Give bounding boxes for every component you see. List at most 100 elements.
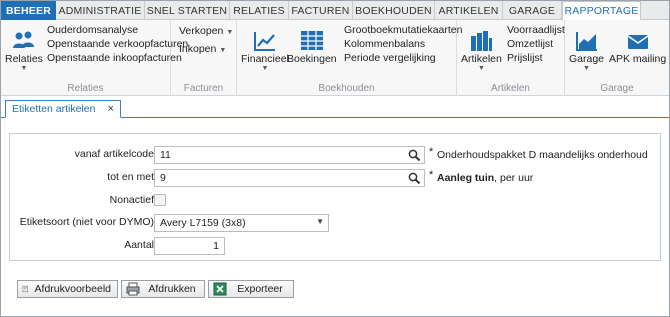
garage-button[interactable]: Garage ▼ (569, 30, 604, 73)
inkopen-dropdown[interactable]: Inkopen ▼ (179, 42, 233, 58)
relaties-label: Relaties (5, 53, 43, 65)
tot-en-met-desc-rest: , per uur (494, 172, 534, 184)
exporteer-button[interactable]: Exporteer (208, 280, 294, 298)
chevron-down-icon: ▼ (20, 65, 28, 72)
row-vanaf-artikelcode: vanaf artikelcode 11 * Onderhoudspakket … (10, 146, 660, 164)
table-icon (300, 31, 323, 50)
tab-administratie[interactable]: ADMINISTRATIE (56, 1, 145, 20)
garage-label: Garage (569, 53, 605, 65)
group-label-boekhouden: Boekhouden (318, 83, 375, 94)
group-label-garage: Garage (600, 83, 634, 94)
ouderdomsanalyse-item[interactable]: Ouderdomsanalyse (47, 24, 188, 37)
financieel-label: Financieel (241, 53, 289, 65)
printer-icon (126, 282, 140, 296)
close-icon[interactable]: × (107, 103, 113, 115)
artikelen-label: Artikelen (461, 53, 502, 65)
chevron-down-icon: ▼ (583, 65, 590, 72)
tot-en-met-input[interactable]: 9 (154, 169, 425, 187)
grootboekmutatiekaarten-item[interactable]: Grootboekmutatiekaarten (344, 24, 462, 37)
tot-en-met-label: tot en met (107, 171, 154, 183)
exporteer-label: Exporteer (237, 283, 283, 295)
required-asterisk: * (429, 169, 434, 181)
group-boekhouden: Financieel ▼ Boekingen Grootboekmutatiek… (237, 20, 462, 96)
nonactief-label: Nonactief (109, 194, 154, 206)
chevron-down-icon: ▼ (219, 47, 227, 54)
voorraadlijst-item[interactable]: Voorraadlijst (507, 24, 565, 37)
afdrukken-button[interactable]: Afdrukken (121, 280, 205, 298)
chevron-down-icon: ▼ (316, 217, 324, 226)
kolommenbalans-item[interactable]: Kolommenbalans (344, 38, 462, 51)
group-label-facturen: Facturen (183, 83, 224, 94)
search-icon[interactable] (408, 149, 421, 162)
apk-mailing-button[interactable]: APK mailing (609, 30, 666, 65)
relaties-button[interactable]: Relaties ▼ (5, 30, 43, 73)
artikelen-items: Voorraadlijst Omzetlijst Prijslijst (507, 24, 565, 65)
document-tabs: Etiketten artikelen × (1, 96, 669, 118)
tab-rapportage[interactable]: RAPPORTAGE (562, 1, 641, 21)
aantal-input[interactable]: 1 (154, 237, 225, 255)
tab-beheer[interactable]: BEHEER (1, 1, 56, 20)
prijslijst-item[interactable]: Prijslijst (507, 52, 565, 65)
required-asterisk: * (429, 146, 434, 158)
tab-artikelen[interactable]: ARTIKELEN (435, 1, 503, 20)
people-icon (12, 31, 34, 48)
financieel-button[interactable]: Financieel ▼ (241, 30, 289, 73)
tot-en-met-value: 9 (160, 172, 166, 184)
tot-en-met-desc-bold: Aanleg tuin (437, 172, 495, 184)
periode-vergelijking-item[interactable]: Periode vergelijking (344, 52, 462, 65)
openstaande-inkoopfacturen-item[interactable]: Openstaande inkoopfacturen (47, 52, 188, 65)
boekingen-label: Boekingen (287, 53, 337, 65)
chevron-down-icon: ▼ (261, 65, 269, 72)
row-aantal: Aantal 1 (10, 237, 660, 255)
afdrukvoorbeeld-label: Afdrukvoorbeeld (34, 283, 111, 295)
ribbon-tabs: BEHEER ADMINISTRATIE SNEL STARTEN RELATI… (1, 1, 669, 21)
verkopen-label: Verkopen (179, 25, 224, 37)
tab-garage[interactable]: GARAGE (503, 1, 562, 20)
etiketsoort-label: Etiketsoort (niet voor DYMO) (19, 216, 154, 228)
group-relaties: Relaties ▼ Ouderdomsanalyse Openstaande … (1, 20, 188, 96)
chevron-down-icon: ▼ (477, 65, 485, 72)
artikelen-button[interactable]: Artikelen ▼ (461, 30, 502, 73)
tab-facturen[interactable]: FACTUREN (289, 1, 353, 20)
export-icon (213, 282, 227, 296)
tab-boekhouden[interactable]: BOEKHOUDEN (353, 1, 435, 20)
boekhouden-items: Grootboekmutatiekaarten Kolommenbalans P… (344, 24, 462, 65)
boekingen-button[interactable]: Boekingen (287, 30, 337, 65)
group-garage: Garage ▼ APK mailing Garage (565, 20, 669, 96)
afdrukvoorbeeld-button[interactable]: Afdrukvoorbeeld (17, 280, 118, 298)
relaties-items: Ouderdomsanalyse Openstaande verkoopfact… (47, 24, 188, 65)
row-nonactief: Nonactief (10, 192, 660, 210)
omzetlijst-item[interactable]: Omzetlijst (507, 38, 565, 51)
tab-etiketten-artikelen[interactable]: Etiketten artikelen × (5, 100, 121, 118)
tab-snel-starten[interactable]: SNEL STARTEN (145, 1, 230, 20)
group-facturen: Verkopen ▼ Inkopen ▼ Facturen (171, 20, 237, 96)
row-etiketsoort: Etiketsoort (niet voor DYMO) Avery L7159… (10, 214, 660, 232)
apk-mailing-label: APK mailing (609, 53, 667, 65)
line-chart-icon (253, 32, 275, 51)
tab-relaties[interactable]: RELATIES (230, 1, 289, 20)
search-icon[interactable] (408, 172, 421, 185)
etiketsoort-select[interactable]: Avery L7159 (3x8) ▼ (154, 214, 329, 232)
label-form: vanaf artikelcode 11 * Onderhoudspakket … (9, 133, 661, 261)
vanaf-artikelcode-label: vanaf artikelcode (74, 148, 154, 160)
vanaf-artikel-description: Onderhoudspakket D maandelijks onderhoud (437, 149, 648, 161)
group-label-artikelen: Artikelen (491, 83, 530, 94)
doc-tab-label: Etiketten artikelen (12, 103, 96, 115)
mail-icon (627, 35, 649, 49)
etiketsoort-value: Avery L7159 (3x8) (160, 217, 246, 229)
afdrukken-label: Afdrukken (148, 283, 196, 295)
aantal-label: Aantal (124, 239, 154, 251)
nonactief-checkbox[interactable] (154, 194, 166, 206)
tot-en-met-description: Aanleg tuin, per uur (437, 172, 533, 184)
group-label-relaties: Relaties (67, 83, 104, 94)
print-preview-icon (22, 285, 28, 293)
facturen-items: Verkopen ▼ Inkopen ▼ (179, 24, 233, 58)
ribbon: Relaties ▼ Ouderdomsanalyse Openstaande … (1, 20, 669, 96)
area-chart-icon (575, 32, 597, 51)
inkopen-label: Inkopen (179, 43, 217, 55)
vanaf-artikelcode-input[interactable]: 11 (154, 146, 425, 164)
verkopen-dropdown[interactable]: Verkopen ▼ (179, 24, 233, 40)
vanaf-artikelcode-value: 11 (160, 149, 171, 161)
openstaande-verkoopfacturen-item[interactable]: Openstaande verkoopfacturen (47, 38, 188, 51)
row-tot-en-met: tot en met 9 * Aanleg tuin, per uur (10, 169, 660, 187)
